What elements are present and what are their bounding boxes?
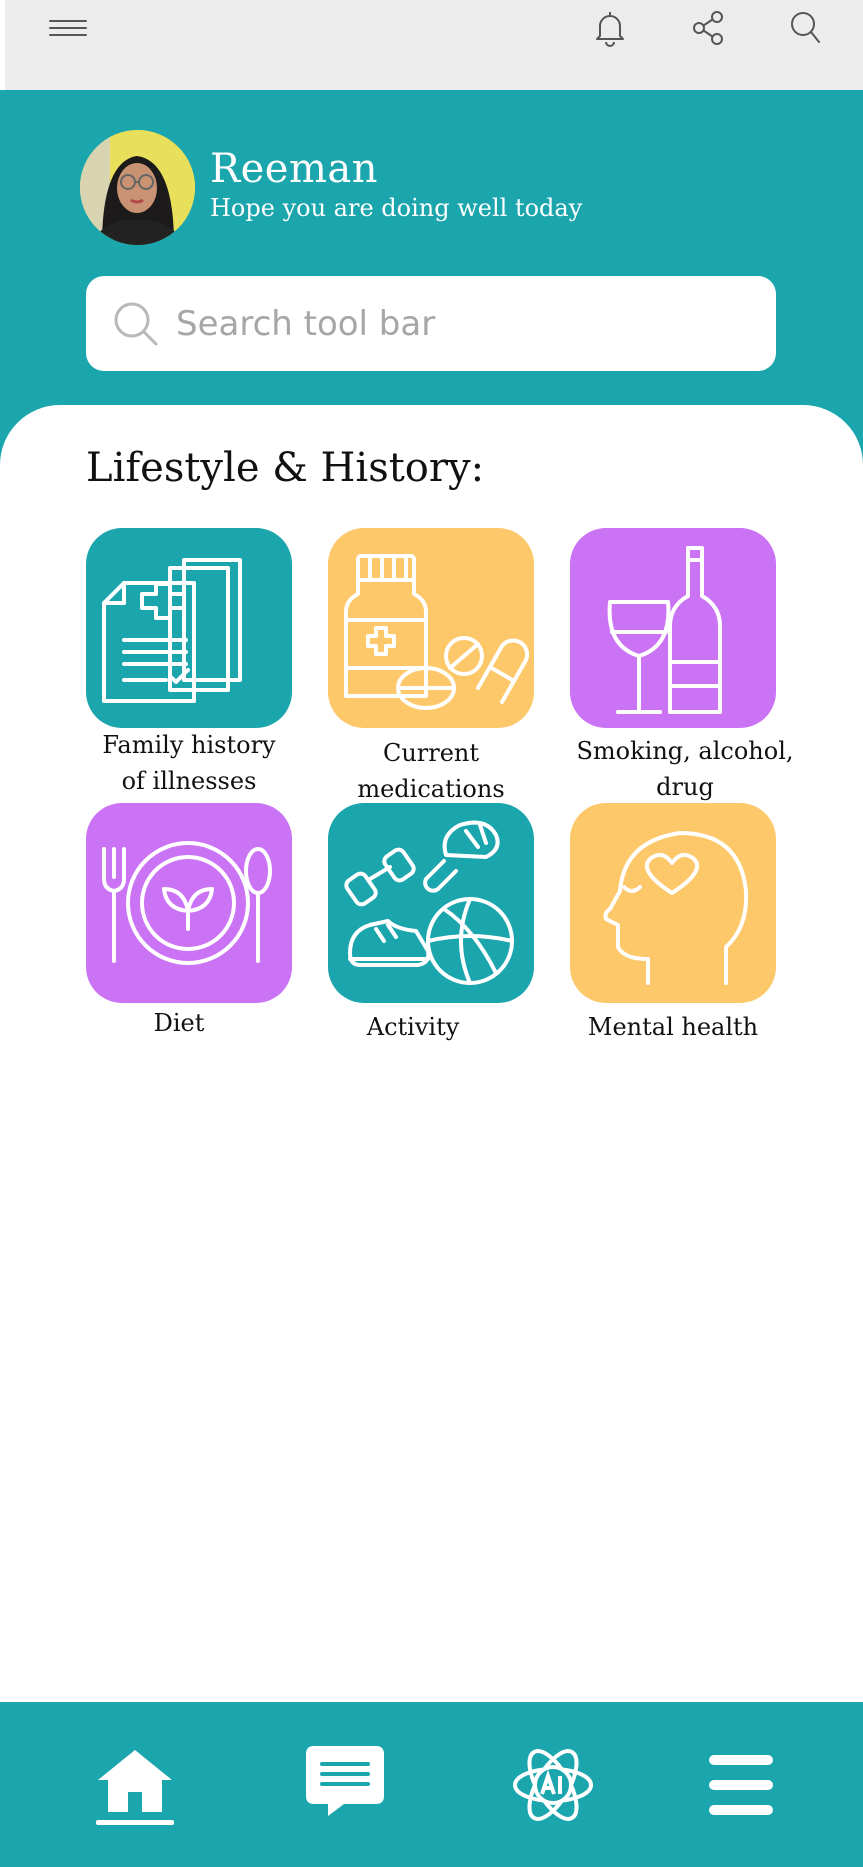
nav-ai-assistant[interactable] <box>508 1740 598 1830</box>
current-medications-tile[interactable] <box>328 528 534 728</box>
smoking-alcohol-tile[interactable] <box>570 528 776 728</box>
activity-tile[interactable] <box>328 803 534 1003</box>
bell-icon[interactable] <box>588 6 632 50</box>
search-bar[interactable] <box>86 276 776 371</box>
family-history-label-line2: of illnesses <box>121 767 257 795</box>
section-title: Lifestyle & History: <box>86 445 485 491</box>
family-history-label-line1: Family history <box>102 731 276 759</box>
medical-records-icon <box>102 558 242 703</box>
family-history-label: Family history of illnesses <box>86 727 292 799</box>
chat-icon <box>306 1746 384 1816</box>
menu-icon <box>709 1755 773 1815</box>
activity-label: Activity <box>366 1013 460 1041</box>
search-icon[interactable] <box>784 6 828 50</box>
avatar[interactable] <box>80 130 195 245</box>
family-history-tile[interactable] <box>86 528 292 728</box>
nav-chat[interactable] <box>300 1740 390 1830</box>
search-icon <box>112 300 160 348</box>
top-app-bar <box>5 0 863 90</box>
medication-bottle-icon <box>344 554 530 710</box>
mental-health-tile[interactable] <box>570 803 776 1003</box>
mental-health-label: Mental health <box>587 1013 759 1041</box>
wine-bottle-icon <box>607 546 722 714</box>
head-heart-icon <box>603 831 749 985</box>
plate-cutlery-icon <box>102 841 272 965</box>
search-input[interactable] <box>176 294 756 354</box>
share-icon[interactable] <box>686 6 730 50</box>
smoking-alcohol-label-line1: Smoking, alcohol, drug <box>576 737 794 801</box>
hamburger-icon[interactable] <box>46 6 90 50</box>
diet-tile[interactable] <box>86 803 292 1003</box>
user-name: Reeman <box>210 146 378 192</box>
current-medications-label: Current medications <box>357 739 505 803</box>
sports-equipment-icon <box>344 820 514 985</box>
user-greeting: Hope you are doing well today <box>210 194 583 222</box>
ai-icon <box>513 1749 593 1821</box>
nav-home[interactable] <box>90 1740 180 1830</box>
home-icon <box>96 1750 174 1825</box>
diet-label: Diet <box>153 1009 205 1037</box>
nav-menu[interactable] <box>696 1740 786 1830</box>
